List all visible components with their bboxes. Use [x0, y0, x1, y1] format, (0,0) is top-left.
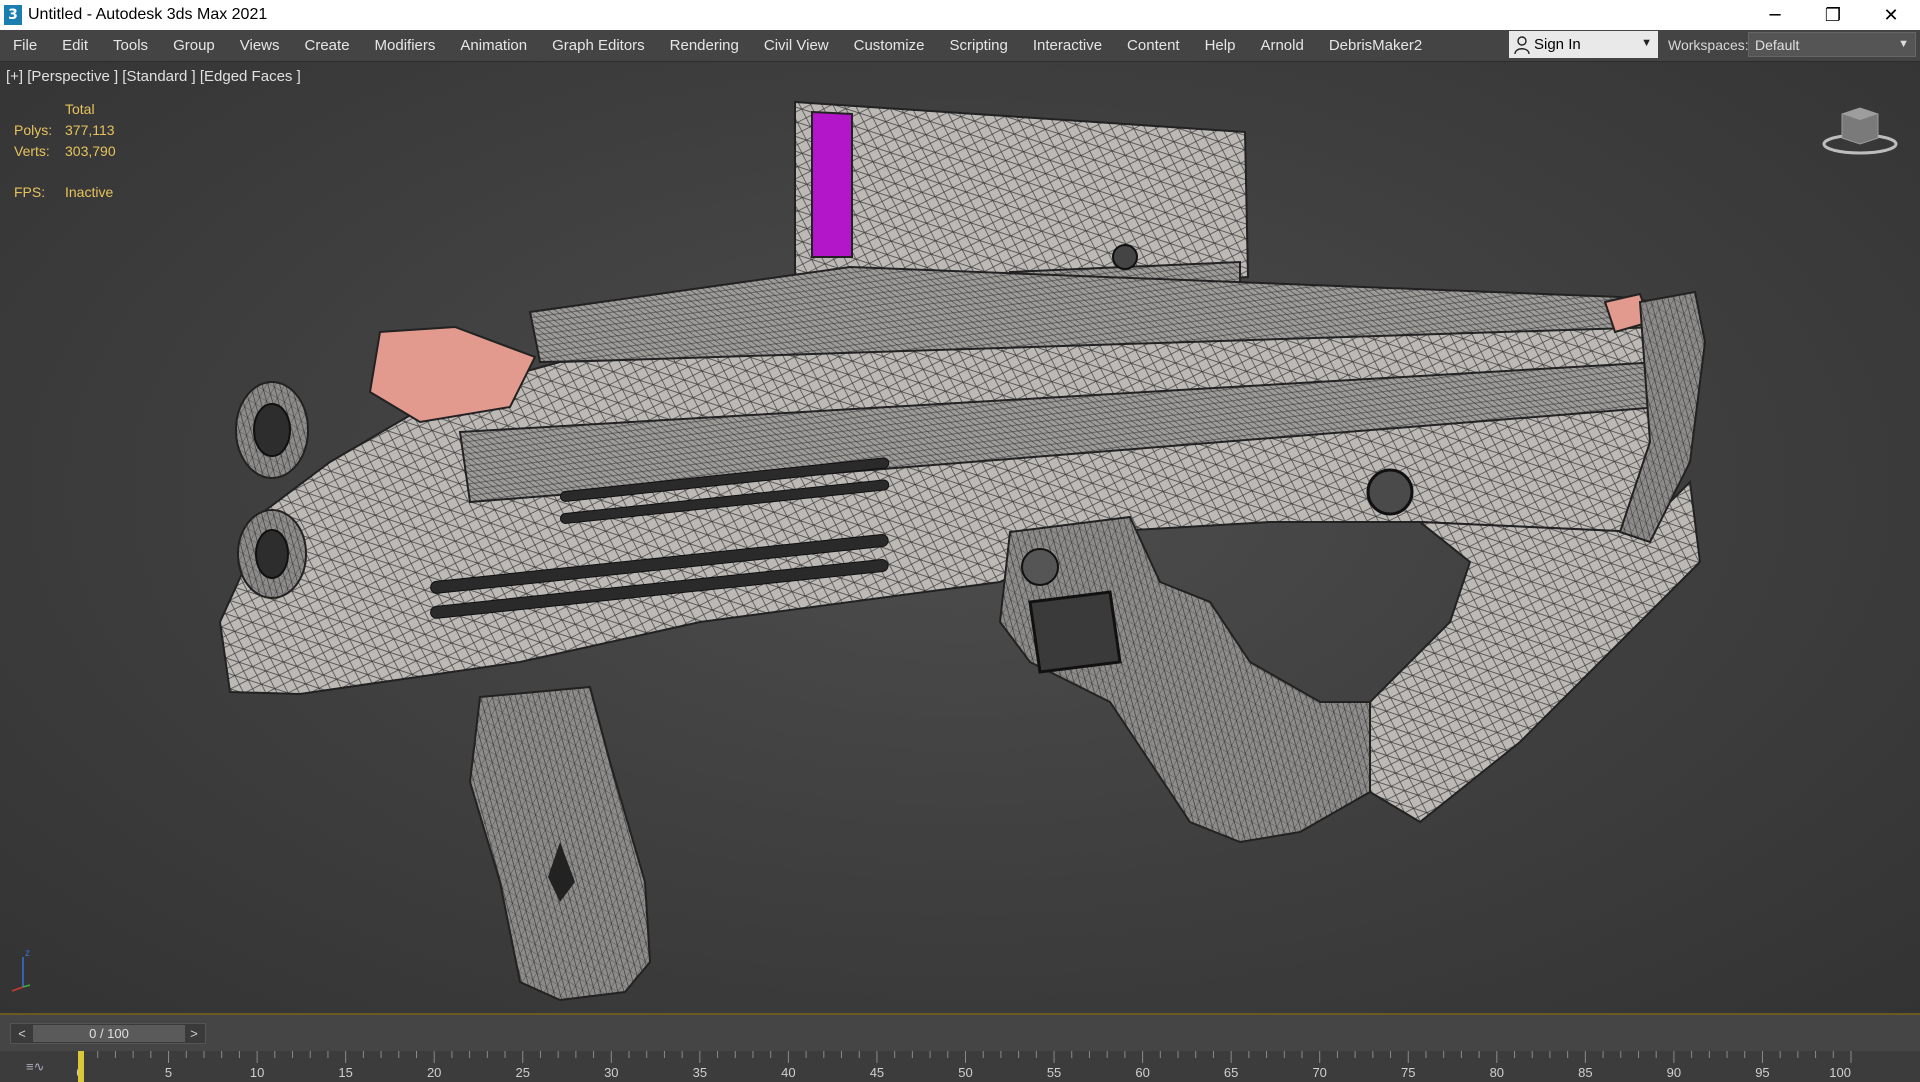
frame-tick-label: 60: [1135, 1065, 1149, 1080]
menu-rendering[interactable]: Rendering: [657, 37, 751, 54]
menu-file[interactable]: File: [0, 37, 50, 54]
frame-ruler: 0510152025303540455055606570758085909510…: [76, 1051, 1852, 1082]
sign-in-dropdown[interactable]: Sign In ▼: [1509, 31, 1658, 58]
frame-tick-label: 30: [604, 1065, 618, 1080]
fps-label: FPS:: [14, 183, 46, 200]
frame-tick-label: 15: [338, 1065, 352, 1080]
workspace-value: Default: [1755, 36, 1800, 53]
frame-tick-label: 55: [1047, 1065, 1061, 1080]
frame-tick-label: 10: [250, 1065, 264, 1080]
axis-gizmo-icon: z: [11, 948, 31, 992]
frame-tick-label: 75: [1401, 1065, 1415, 1080]
verts-label: Verts:: [14, 142, 50, 159]
frame-tick-label: 80: [1490, 1065, 1504, 1080]
app-icon: 3: [4, 5, 22, 25]
menu-tools[interactable]: Tools: [101, 37, 161, 54]
menu-modifiers[interactable]: Modifiers: [362, 37, 448, 54]
chevron-down-icon: ▼: [1641, 37, 1652, 49]
frame-tick-label: 25: [516, 1065, 530, 1080]
perspective-viewport[interactable]: [+] [Perspective ] [Standard ] [Edged Fa…: [0, 62, 1920, 1013]
menu-civil-view[interactable]: Civil View: [751, 37, 841, 54]
menu-customize[interactable]: Customize: [841, 37, 937, 54]
frame-tick-label: 90: [1667, 1065, 1681, 1080]
menu-interactive[interactable]: Interactive: [1020, 37, 1114, 54]
user-icon: [1514, 35, 1530, 54]
window-controls: ─ ❐ ✕: [1746, 0, 1920, 30]
timeline-panel: < 0 / 100 > ≡∿ 0510152025303540455055606…: [0, 1013, 1920, 1082]
polys-value: 377,113: [65, 121, 115, 138]
polys-label: Polys:: [14, 121, 53, 138]
frame-tick-label: 95: [1755, 1065, 1769, 1080]
viewport-label[interactable]: [+] [Perspective ] [Standard ] [Edged Fa…: [6, 68, 301, 85]
menu-graph-editors[interactable]: Graph Editors: [540, 37, 658, 54]
menu-views[interactable]: Views: [227, 37, 292, 54]
workspaces-label: Workspaces:: [1668, 37, 1749, 53]
menu-group[interactable]: Group: [161, 37, 228, 54]
frame-tick-label: 35: [693, 1065, 707, 1080]
axis-z-label: z: [25, 948, 30, 959]
menu-edit[interactable]: Edit: [50, 37, 101, 54]
window-title: Untitled - Autodesk 3ds Max 2021: [28, 6, 268, 23]
sign-in-label: Sign In: [1534, 36, 1581, 53]
statistics-overlay: Total Polys: 377,113 Verts: 303,790 FPS:…: [14, 98, 116, 202]
stats-total-header: Total: [65, 100, 95, 117]
current-frame-marker[interactable]: [78, 1051, 84, 1082]
frame-tick-label: 50: [958, 1065, 972, 1080]
menu-arnold[interactable]: Arnold: [1248, 37, 1316, 54]
frame-tick-label: 70: [1312, 1065, 1326, 1080]
menu-scripting[interactable]: Scripting: [937, 37, 1020, 54]
frame-tick-label: 85: [1578, 1065, 1592, 1080]
frame-tick-label: 65: [1224, 1065, 1238, 1080]
frame-tick-label: 20: [427, 1065, 441, 1080]
close-button[interactable]: ✕: [1862, 0, 1920, 30]
title-bar: 3 Untitled - Autodesk 3ds Max 2021 ─ ❐ ✕: [0, 0, 1920, 30]
frame-tick-label: 100: [1829, 1065, 1851, 1080]
track-bar[interactable]: ≡∿ 0510152025303540455055606570758085909…: [0, 1051, 1920, 1082]
frame-tick-label: 45: [870, 1065, 884, 1080]
next-frame-button[interactable]: >: [183, 1024, 205, 1043]
chevron-down-icon: ▼: [1898, 38, 1909, 50]
fps-value: Inactive: [65, 183, 114, 200]
menu-help[interactable]: Help: [1192, 37, 1248, 54]
time-slider[interactable]: < 0 / 100 >: [10, 1023, 206, 1044]
front-cover: [368, 325, 537, 424]
menu-content[interactable]: Content: [1115, 37, 1193, 54]
frame-tick-label: 5: [165, 1065, 172, 1080]
menu-create[interactable]: Create: [292, 37, 362, 54]
restore-button[interactable]: ❐: [1804, 0, 1862, 30]
menu-debrismaker2[interactable]: DebrisMaker2: [1316, 37, 1434, 54]
minimize-button[interactable]: ─: [1746, 0, 1804, 30]
menu-animation[interactable]: Animation: [448, 37, 540, 54]
verts-value: 303,790: [65, 142, 116, 159]
trigger-grip: [998, 515, 1371, 844]
prev-frame-button[interactable]: <: [11, 1024, 33, 1043]
frame-tick-label: 40: [781, 1065, 795, 1080]
viewcube-icon[interactable]: [1820, 100, 1900, 160]
workspace-select[interactable]: Default ▼: [1748, 32, 1916, 57]
time-slider-thumb[interactable]: 0 / 100: [33, 1025, 185, 1042]
wireframe-model: [218, 100, 1707, 1002]
